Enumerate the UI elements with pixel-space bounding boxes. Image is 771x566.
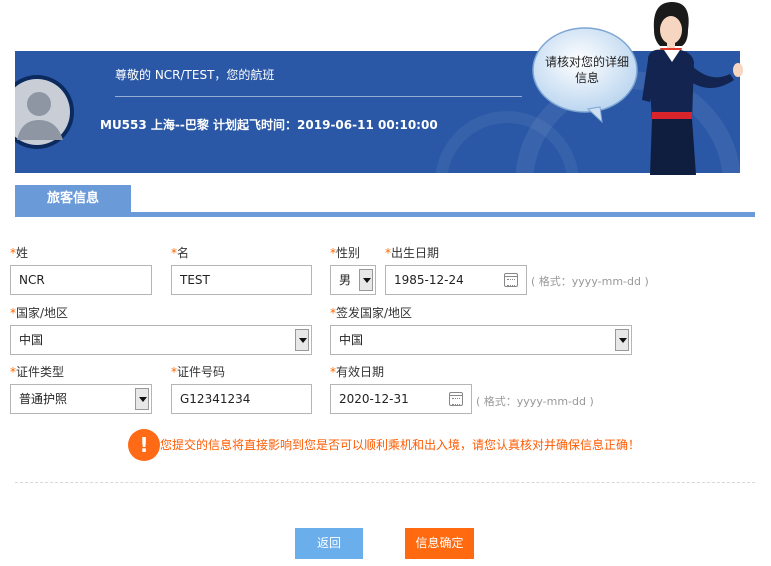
bubble-text: 请核对您的详细信息: [544, 55, 629, 85]
country-value: 中国: [19, 333, 44, 347]
expiry-date-format-hint: ( 格式：yyyy-mm-dd ): [476, 395, 594, 408]
gender-label: *性别: [330, 246, 361, 260]
gender-select[interactable]: 男: [330, 265, 376, 295]
country-label: *国家/地区: [10, 306, 69, 320]
issuing-country-select[interactable]: 中国: [330, 325, 632, 355]
chevron-down-icon[interactable]: [135, 388, 149, 410]
tab-passenger-info[interactable]: 旅客信息: [15, 185, 131, 213]
gender-value: 男: [339, 273, 352, 287]
issuing-country-value: 中国: [339, 333, 364, 347]
calendar-icon[interactable]: [449, 392, 463, 406]
birth-date-label: *出生日期: [385, 246, 440, 260]
country-select[interactable]: 中国: [10, 325, 312, 355]
given-name-label: *名: [171, 246, 190, 260]
flight-info: MU553 上海--巴黎 计划起飞时间：2019-06-11 00:10:00: [100, 118, 438, 132]
confirm-button[interactable]: 信息确定: [405, 528, 474, 559]
id-type-label: *证件类型: [10, 365, 65, 379]
surname-label: *姓: [10, 246, 29, 260]
birth-date-input[interactable]: 1985-12-24: [385, 265, 527, 295]
stewardess-illustration: [642, 2, 743, 175]
warning-icon: !: [128, 429, 160, 461]
warning-text: 您提交的信息将直接影响到您是否可以顺利乘机和出入境，请您认真核对并确保信息正确！: [160, 438, 641, 452]
given-name-input[interactable]: TEST: [171, 265, 312, 295]
calendar-icon[interactable]: [504, 273, 518, 287]
section-divider: [15, 482, 755, 483]
expiry-date-input[interactable]: 2020-12-31: [330, 384, 472, 414]
chevron-down-icon[interactable]: [295, 329, 309, 351]
id-type-value: 普通护照: [19, 392, 68, 406]
user-avatar-icon: [15, 75, 74, 149]
banner-divider: [115, 96, 522, 97]
birth-date-value: 1985-12-24: [394, 273, 464, 287]
back-button[interactable]: 返回: [295, 528, 363, 559]
greeting-text: 尊敬的 NCR/TEST，您的航班: [115, 68, 275, 82]
chevron-down-icon[interactable]: [615, 329, 629, 351]
id-number-input[interactable]: G12341234: [171, 384, 312, 414]
birth-date-format-hint: ( 格式：yyyy-mm-dd ): [531, 275, 649, 288]
id-type-select[interactable]: 普通护照: [10, 384, 152, 414]
issuing-country-label: *签发国家/地区: [330, 306, 413, 320]
id-number-label: *证件号码: [171, 365, 226, 379]
chevron-down-icon[interactable]: [359, 269, 373, 291]
expiry-date-value: 2020-12-31: [339, 392, 409, 406]
surname-input[interactable]: NCR: [10, 265, 152, 295]
expiry-date-label: *有效日期: [330, 365, 385, 379]
